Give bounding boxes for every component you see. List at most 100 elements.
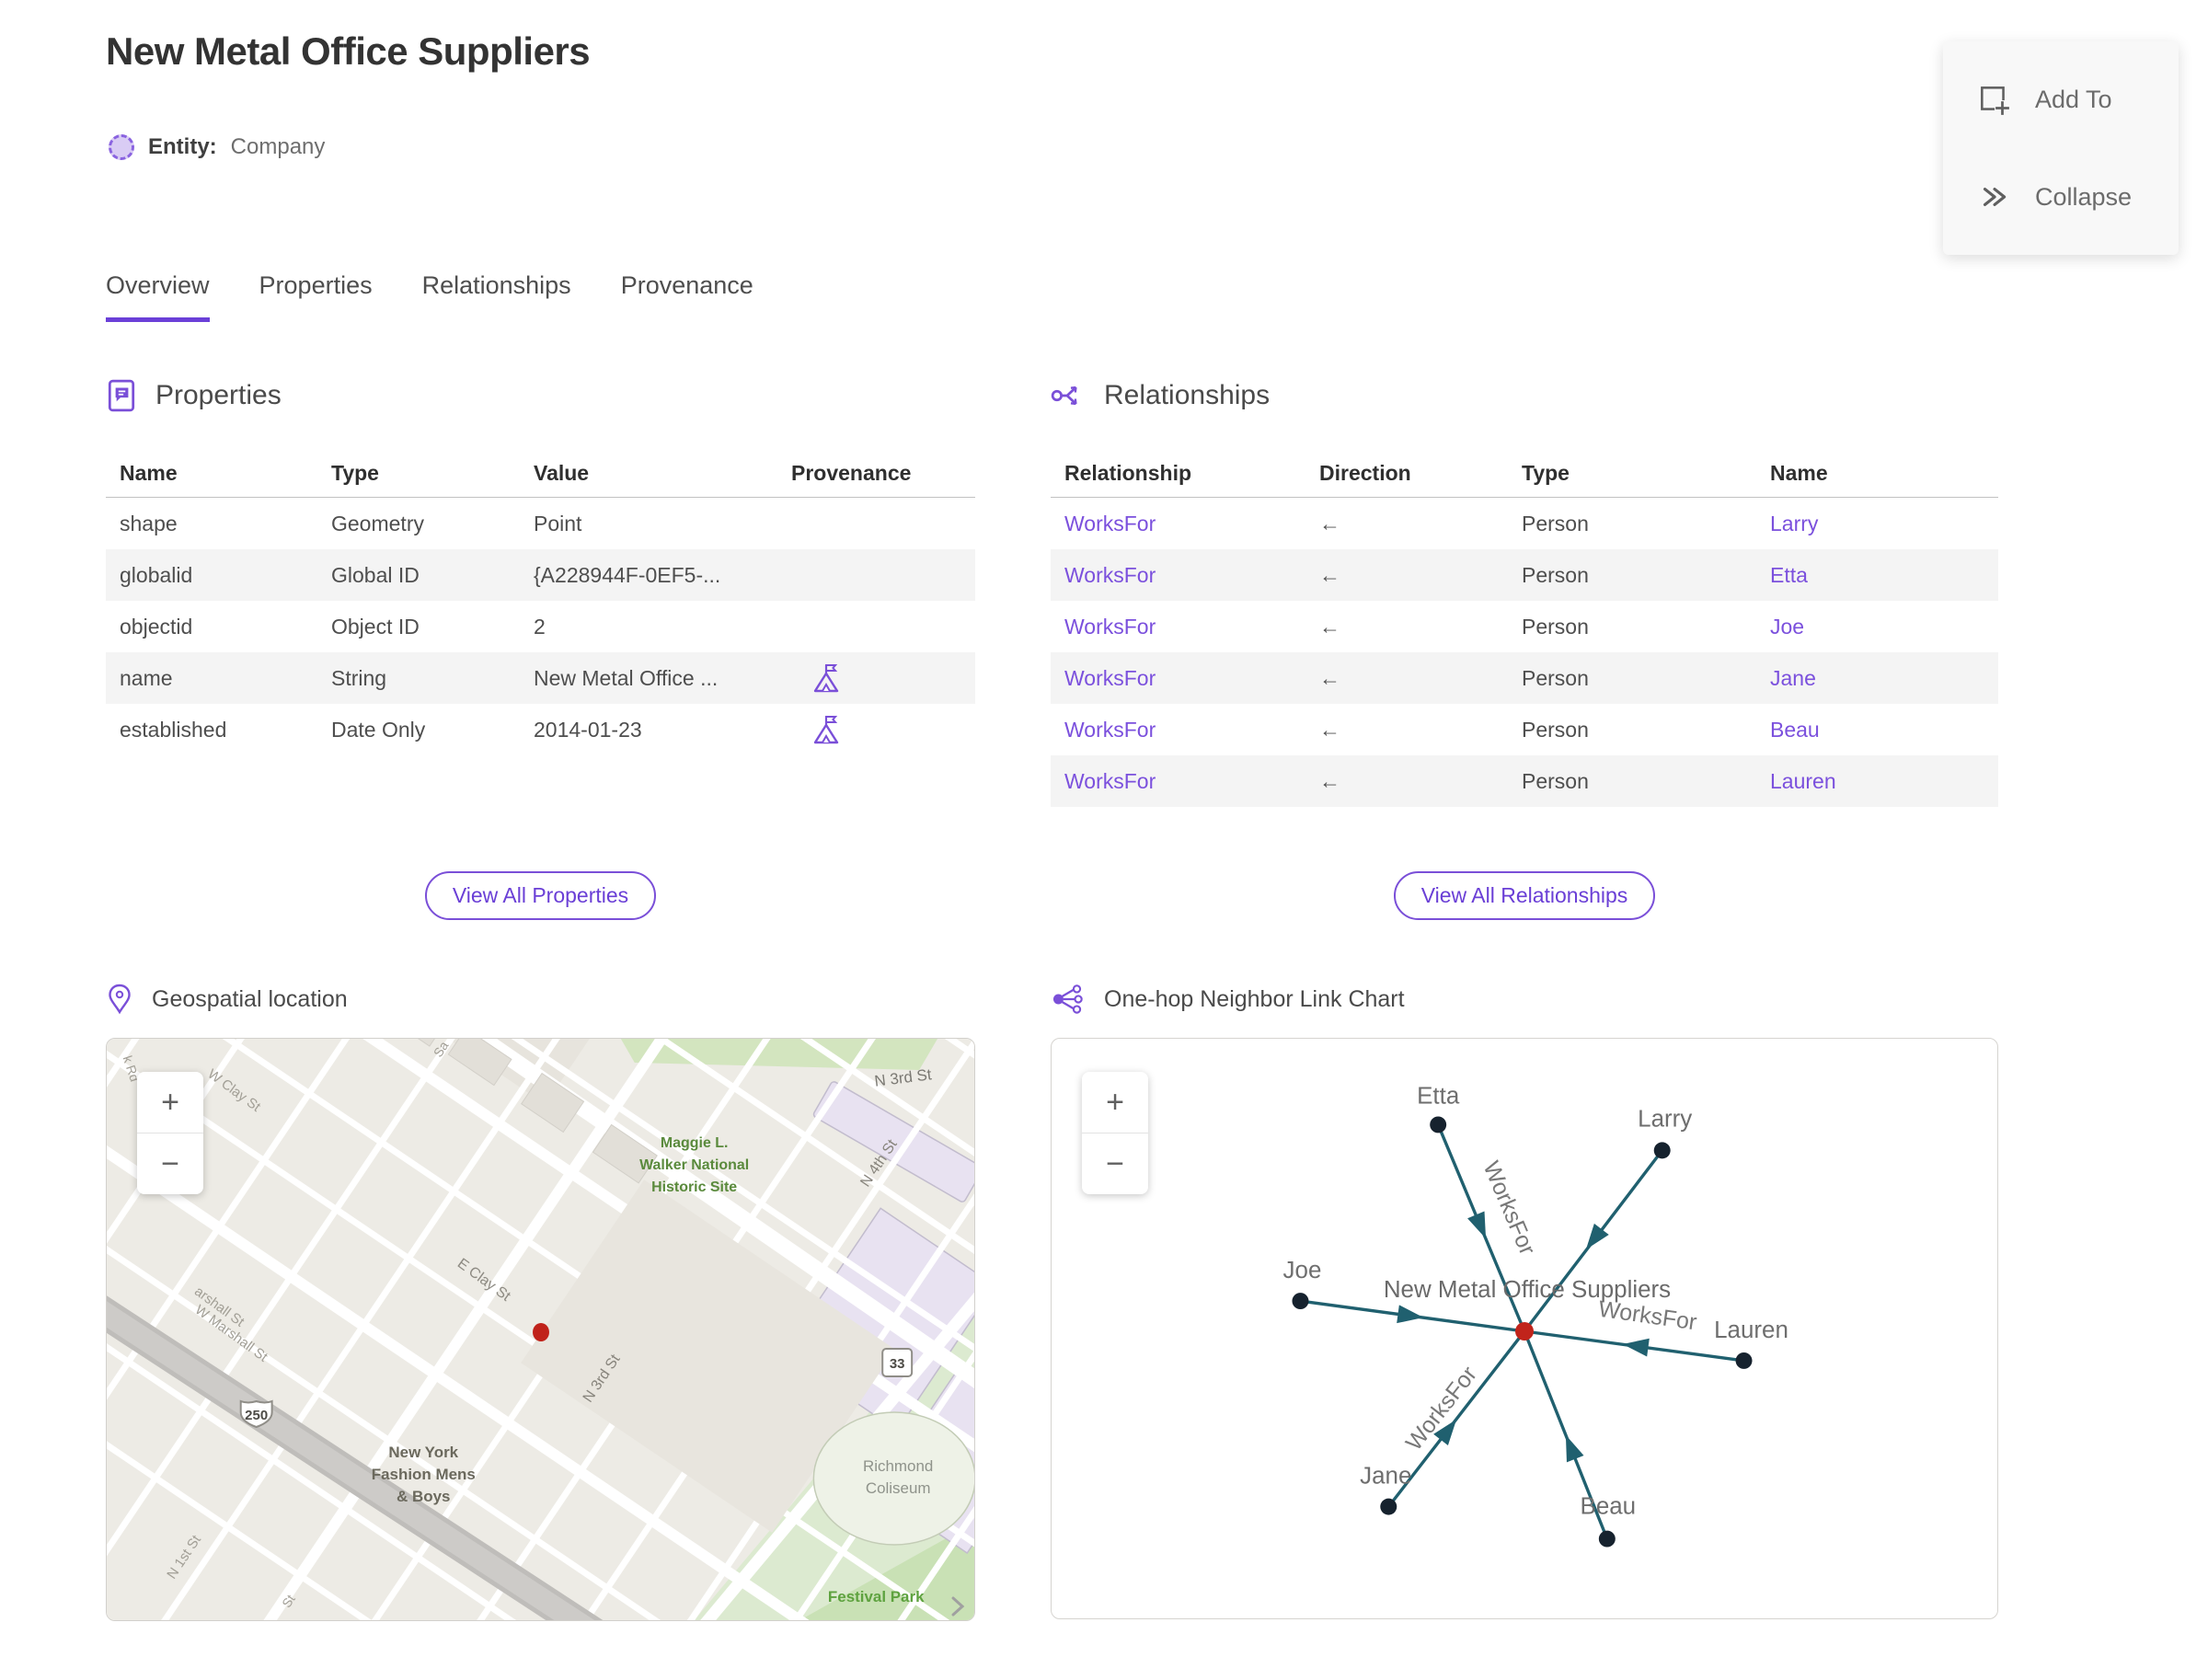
map-pin-icon xyxy=(109,984,131,1015)
related-entity-link[interactable]: Larry xyxy=(1756,512,1998,536)
table-row: WorksFor ← Person Beau xyxy=(1051,704,1998,755)
node-jane[interactable] xyxy=(1380,1498,1397,1515)
properties-table-header: Name Type Value Provenance xyxy=(106,449,975,498)
col-header-value: Value xyxy=(534,460,590,485)
node-center-company[interactable] xyxy=(1515,1322,1534,1341)
related-entity-link[interactable]: Jane xyxy=(1756,666,1998,691)
relationship-link[interactable]: WorksFor xyxy=(1051,718,1305,742)
prop-name: shape xyxy=(120,511,178,535)
entity-type-value: Company xyxy=(230,134,326,159)
prop-name: established xyxy=(120,717,227,742)
tab-overview[interactable]: Overview xyxy=(106,271,210,322)
table-row: WorksFor ← Person Larry xyxy=(1051,498,1998,549)
map-location-marker[interactable] xyxy=(533,1323,549,1341)
node-joe[interactable] xyxy=(1292,1293,1309,1310)
prop-type: Date Only xyxy=(331,717,426,742)
entity-detail-page: New Metal Office Suppliers Entity: Compa… xyxy=(0,0,2208,1680)
provenance-flag-icon[interactable] xyxy=(811,661,842,696)
svg-text:Coliseum: Coliseum xyxy=(866,1479,931,1497)
relationships-icon xyxy=(1051,385,1077,406)
table-row: globalid Global ID {A228944F-0EF5-... xyxy=(106,549,975,601)
actions-panel: Add To Collapse xyxy=(1943,41,2179,255)
table-row: WorksFor ← Person Joe xyxy=(1051,601,1998,652)
related-entity-link[interactable]: Etta xyxy=(1756,563,1998,588)
edge-label: WorksFor xyxy=(1401,1362,1482,1456)
provenance-flag-icon[interactable] xyxy=(811,712,842,747)
node-label-larry: Larry xyxy=(1638,1106,1692,1132)
link-chart-panel: + − WorksFor WorksFor WorksFor Etta Larr… xyxy=(1051,1038,1998,1619)
node-labels: Etta Larry Joe Lauren Jane Beau New Meta… xyxy=(1283,1083,1788,1519)
view-all-relationships-button[interactable]: View All Relationships xyxy=(1393,871,1656,920)
related-type: Person xyxy=(1522,768,1589,793)
entity-row: Entity: Company xyxy=(109,134,325,160)
prop-name: globalid xyxy=(120,562,193,587)
node-larry[interactable] xyxy=(1653,1142,1671,1159)
related-type: Person xyxy=(1522,665,1589,690)
link-chart[interactable]: WorksFor WorksFor WorksFor Etta Larry Jo… xyxy=(1052,1039,1997,1618)
basemap[interactable]: k Rd W Clay St Sa N 3rd St N 4th St arsh… xyxy=(107,1039,974,1620)
relationships-table: Relationship Direction Type Name WorksFo… xyxy=(1051,449,1998,807)
node-etta[interactable] xyxy=(1430,1116,1447,1133)
zoom-out-button[interactable]: − xyxy=(1082,1133,1148,1194)
svg-text:Historic Site: Historic Site xyxy=(651,1179,737,1195)
col-header-name: Name xyxy=(1770,460,1828,485)
node-beau[interactable] xyxy=(1598,1530,1616,1548)
properties-icon xyxy=(108,379,135,412)
add-to-icon xyxy=(1981,86,2009,115)
zoom-in-button[interactable]: + xyxy=(1082,1072,1148,1133)
collapse-label: Collapse xyxy=(2035,182,2133,211)
route-shield-33: 33 xyxy=(881,1348,914,1377)
zoom-out-button[interactable]: − xyxy=(137,1133,203,1194)
linkchart-section-title: One-hop Neighbor Link Chart xyxy=(1104,985,1405,1012)
relationship-link[interactable]: WorksFor xyxy=(1051,666,1305,691)
add-to-button[interactable]: Add To xyxy=(1943,82,2179,117)
related-entity-link[interactable]: Beau xyxy=(1756,718,1998,742)
table-row: shape Geometry Point xyxy=(106,498,975,549)
svg-text:Maggie L.: Maggie L. xyxy=(661,1135,729,1151)
node-label-jane: Jane xyxy=(1360,1464,1411,1490)
relationships-section-title: Relationships xyxy=(1104,380,1271,410)
relationship-link[interactable]: WorksFor xyxy=(1051,512,1305,536)
node-label-etta: Etta xyxy=(1417,1083,1460,1109)
relationships-table-header: Relationship Direction Type Name xyxy=(1051,449,1998,498)
relationship-link[interactable]: WorksFor xyxy=(1051,769,1305,794)
prop-type: String xyxy=(331,665,387,690)
properties-section-title: Properties xyxy=(155,380,282,410)
geospatial-section-header: Geospatial location xyxy=(106,981,975,1018)
collapse-button[interactable]: Collapse xyxy=(1943,179,2179,214)
properties-section-header: Properties xyxy=(106,375,975,416)
col-header-direction: Direction xyxy=(1319,460,1411,485)
related-type: Person xyxy=(1522,614,1589,639)
park-label: Festival Park xyxy=(828,1588,925,1605)
col-header-type: Type xyxy=(331,460,379,485)
prop-value: Point xyxy=(534,511,582,535)
zoom-in-button[interactable]: + xyxy=(137,1072,203,1133)
relationship-link[interactable]: WorksFor xyxy=(1051,563,1305,588)
related-type: Person xyxy=(1522,511,1589,535)
chart-zoom-control: + − xyxy=(1082,1072,1148,1194)
collapse-icon xyxy=(1983,187,2007,207)
tab-provenance[interactable]: Provenance xyxy=(621,271,753,322)
geospatial-section-title: Geospatial location xyxy=(152,985,348,1012)
table-row: WorksFor ← Person Lauren xyxy=(1051,755,1998,807)
properties-table: Name Type Value Provenance shape Geometr… xyxy=(106,449,975,755)
view-all-properties-button[interactable]: View All Properties xyxy=(424,871,657,920)
one-hop-link-chart-icon xyxy=(1052,984,1083,1014)
related-entity-link[interactable]: Lauren xyxy=(1756,769,1998,794)
direction-arrow: ← xyxy=(1319,768,1340,793)
direction-arrow: ← xyxy=(1319,665,1340,690)
related-entity-link[interactable]: Joe xyxy=(1756,615,1998,639)
center-node-label: New Metal Office Suppliers xyxy=(1384,1277,1671,1303)
prop-name: objectid xyxy=(120,614,193,639)
prop-name: name xyxy=(120,665,173,690)
col-header-name: Name xyxy=(120,460,178,485)
tab-relationships[interactable]: Relationships xyxy=(422,271,571,322)
direction-arrow: ← xyxy=(1319,562,1340,587)
relationship-link[interactable]: WorksFor xyxy=(1051,615,1305,639)
tab-properties[interactable]: Properties xyxy=(259,271,373,322)
prop-type: Global ID xyxy=(331,562,420,587)
prop-type: Geometry xyxy=(331,511,424,535)
table-row: WorksFor ← Person Etta xyxy=(1051,549,1998,601)
node-lauren[interactable] xyxy=(1735,1352,1753,1369)
svg-text:Richmond: Richmond xyxy=(863,1457,933,1475)
